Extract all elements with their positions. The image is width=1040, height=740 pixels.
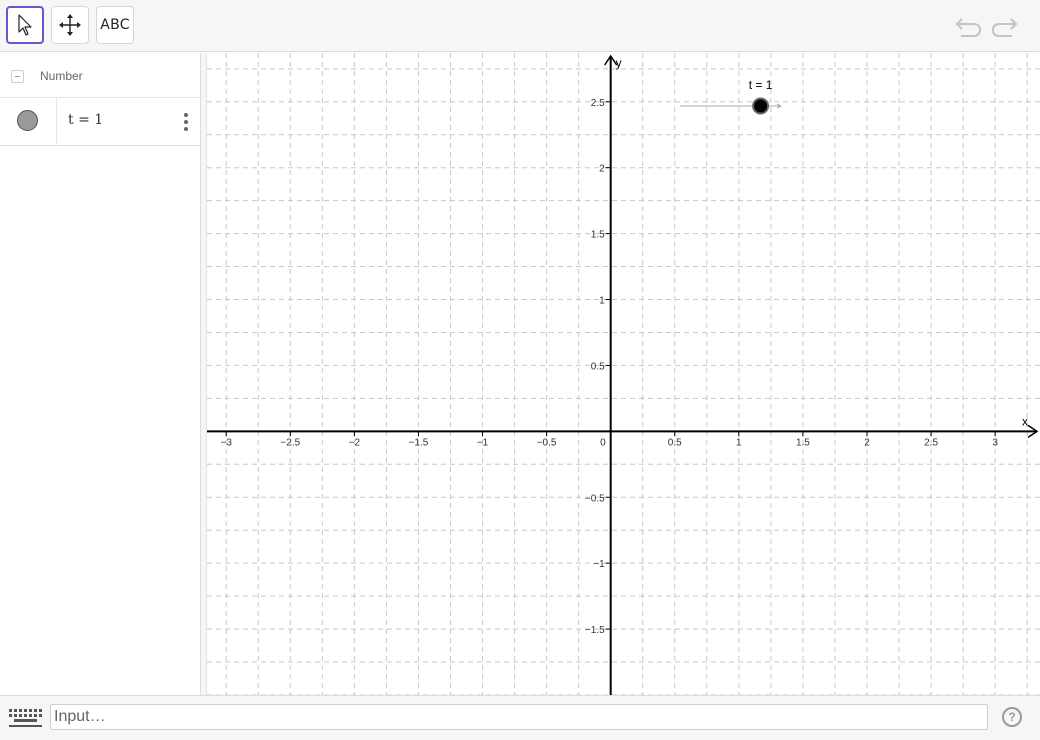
x-tick-label: 1 — [736, 437, 742, 448]
text-icon: ABC — [100, 17, 130, 33]
undo-icon — [955, 18, 982, 37]
help-button[interactable]: ? — [1002, 707, 1022, 727]
x-tick-label: 0 — [600, 437, 606, 448]
move-tool-button[interactable] — [6, 6, 44, 44]
keyboard-icon — [9, 709, 42, 727]
x-tick-label: −3 — [221, 437, 233, 448]
x-tick-label: 1.5 — [796, 437, 810, 448]
x-tick-label: 2.5 — [924, 437, 938, 448]
input-field[interactable] — [50, 704, 988, 730]
algebra-view: Number t = 1 — [0, 53, 200, 695]
row-separator — [56, 98, 57, 146]
graphics-view[interactable]: x y −3 −2.5 −2 −1.5 −1 −0.5 0 0.5 1 1.5 2 2.5 3 2.5 2 1.5… — [207, 53, 1040, 695]
x-tick-label: −1.5 — [409, 437, 429, 448]
move-graphics-view-button[interactable] — [51, 6, 89, 44]
x-axis-label: x — [1022, 414, 1028, 428]
y-tick-label: −1 — [593, 559, 605, 570]
group-label: Number — [40, 69, 83, 83]
y-axis-label: y — [616, 56, 622, 70]
y-tick-label: 0.5 — [591, 361, 605, 372]
keyboard-button[interactable] — [6, 706, 44, 728]
x-tick-label: −2 — [349, 437, 361, 448]
redo-icon — [991, 18, 1018, 37]
x-tick-label: 3 — [992, 437, 998, 448]
more-options-icon[interactable] — [178, 110, 194, 134]
x-tick-label: −1 — [477, 437, 489, 448]
visibility-toggle-icon[interactable] — [17, 110, 38, 131]
y-tick-label: 2.5 — [591, 98, 605, 109]
panel-divider[interactable] — [200, 53, 207, 695]
slider-label: t = 1 — [749, 78, 773, 92]
four-way-arrow-icon — [59, 14, 81, 36]
redo-button[interactable] — [990, 12, 1020, 40]
x-tick-label: −0.5 — [537, 437, 557, 448]
y-tick-label: 1.5 — [591, 230, 605, 241]
y-tick-label: −1.5 — [585, 625, 605, 636]
algebra-item-row[interactable]: t = 1 — [0, 98, 200, 146]
cursor-arrow-icon — [18, 14, 32, 36]
coordinate-plane[interactable]: x y −3 −2.5 −2 −1.5 −1 −0.5 0 0.5 1 1.5 2 2.5 3 2.5 2 1.5… — [207, 53, 1040, 695]
algebra-group-header: Number — [0, 53, 200, 98]
y-tick-label: 1 — [599, 296, 605, 307]
toolbar: ABC — [0, 0, 1040, 52]
x-tick-label: −2.5 — [280, 437, 300, 448]
y-tick-label: −0.5 — [585, 493, 605, 504]
algebra-item-text[interactable]: t = 1 — [68, 112, 103, 128]
collapse-group-button[interactable] — [11, 70, 24, 83]
input-bar: ? — [0, 695, 1040, 740]
undo-button[interactable] — [953, 12, 983, 40]
x-tick-label: 0.5 — [668, 437, 682, 448]
text-tool-button[interactable]: ABC — [96, 6, 134, 44]
slider-knob[interactable] — [752, 97, 770, 115]
y-tick-label: 2 — [599, 164, 605, 175]
x-tick-label: 2 — [864, 437, 870, 448]
